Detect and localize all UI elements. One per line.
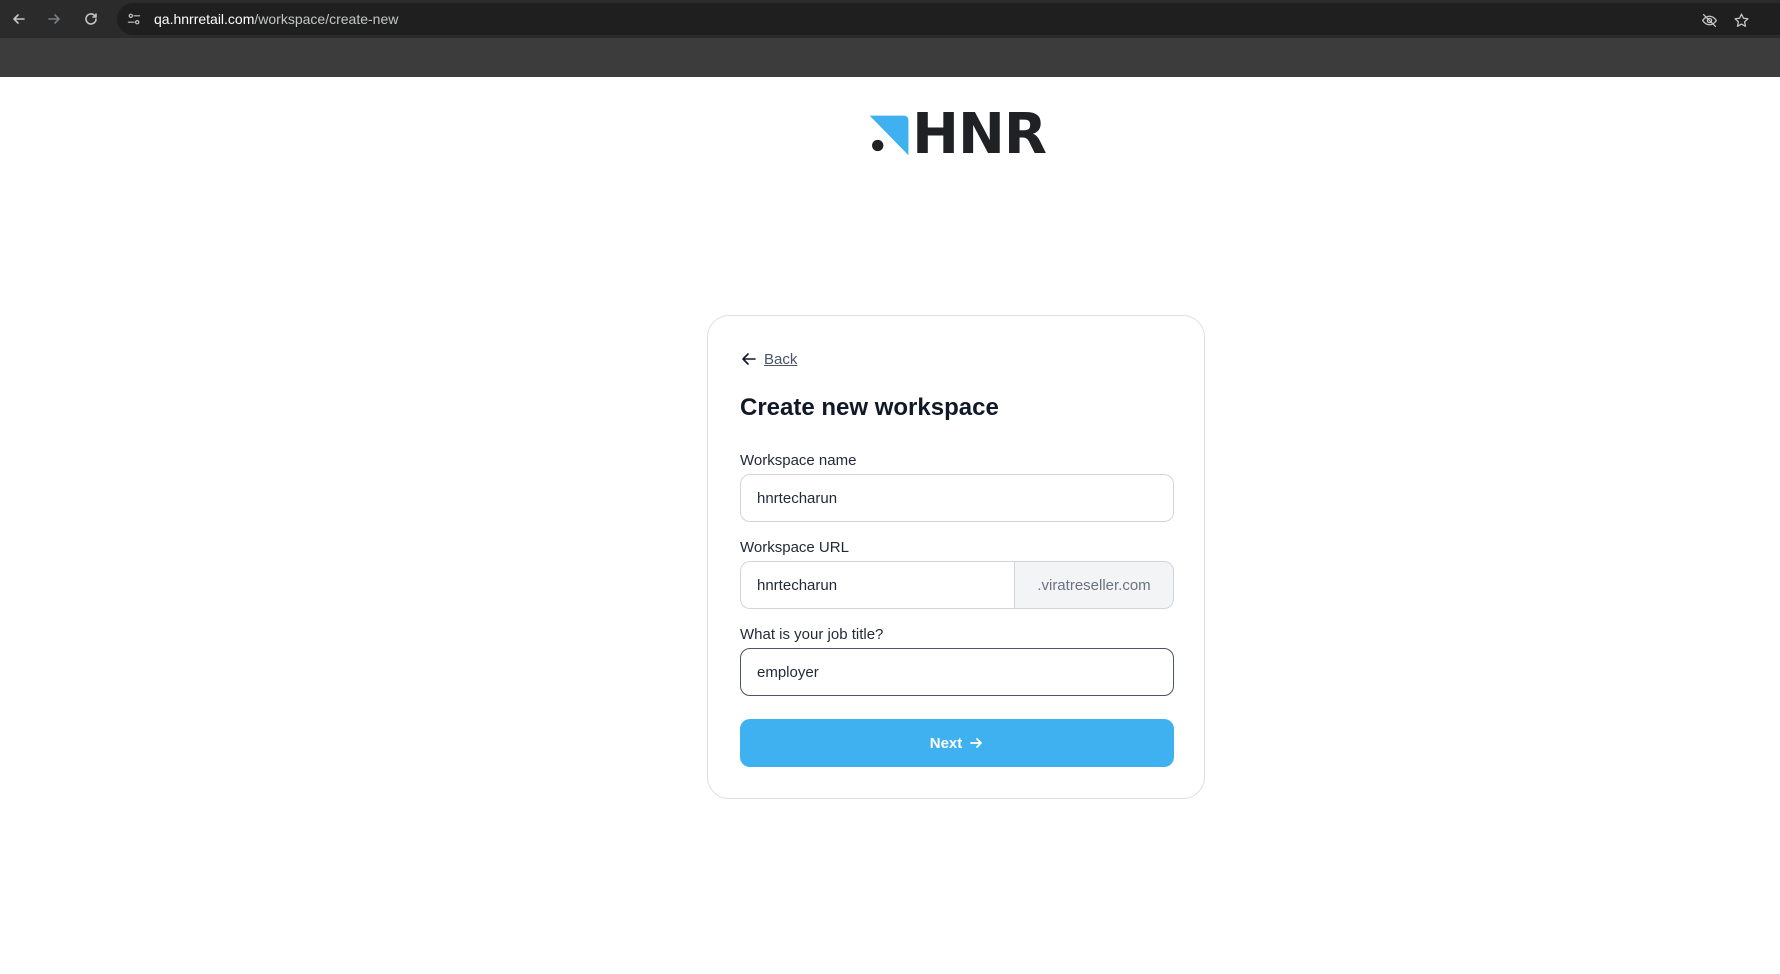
reload-icon[interactable] [79,7,103,31]
url-path: /workspace/create-new [254,11,399,27]
back-icon[interactable] [7,7,31,31]
back-link[interactable]: Back [740,348,797,370]
back-label: Back [764,350,798,368]
logo-mark-icon [869,115,909,156]
eye-off-icon[interactable] [1699,10,1719,30]
workspace-url-suffix: .viratreseller.com [1014,561,1174,609]
site-settings-icon[interactable] [124,9,144,29]
workspace-name-input[interactable] [740,474,1174,522]
next-label: Next [929,734,963,752]
workspace-url-label: Workspace URL [740,539,849,556]
browser-chrome: qa.hnrretail.com/workspace/create-new [0,0,1780,77]
page-title: Create new workspace [740,394,999,421]
create-workspace-card: Back Create new workspace Workspace name… [707,315,1205,799]
arrow-left-icon [742,353,756,365]
forward-icon[interactable] [42,7,66,31]
url-text[interactable]: qa.hnrretail.com/workspace/create-new [154,11,398,27]
logo-wordmark: HNR [912,102,1047,167]
bookmark-star-icon[interactable] [1731,10,1751,30]
workspace-url-input[interactable] [740,561,1014,609]
workspace-name-label: Workspace name [740,452,857,469]
workspace-url-group: .viratreseller.com [740,561,1174,609]
address-bar[interactable]: qa.hnrretail.com/workspace/create-new [117,3,1780,35]
next-button[interactable]: Next [740,719,1174,767]
job-title-input[interactable] [740,648,1174,696]
url-host: qa.hnrretail.com [154,11,255,27]
arrow-right-icon [970,738,983,748]
hnr-logo: HNR [868,102,1047,167]
browser-toolbar: qa.hnrretail.com/workspace/create-new [0,0,1780,38]
job-title-label: What is your job title? [740,626,884,643]
